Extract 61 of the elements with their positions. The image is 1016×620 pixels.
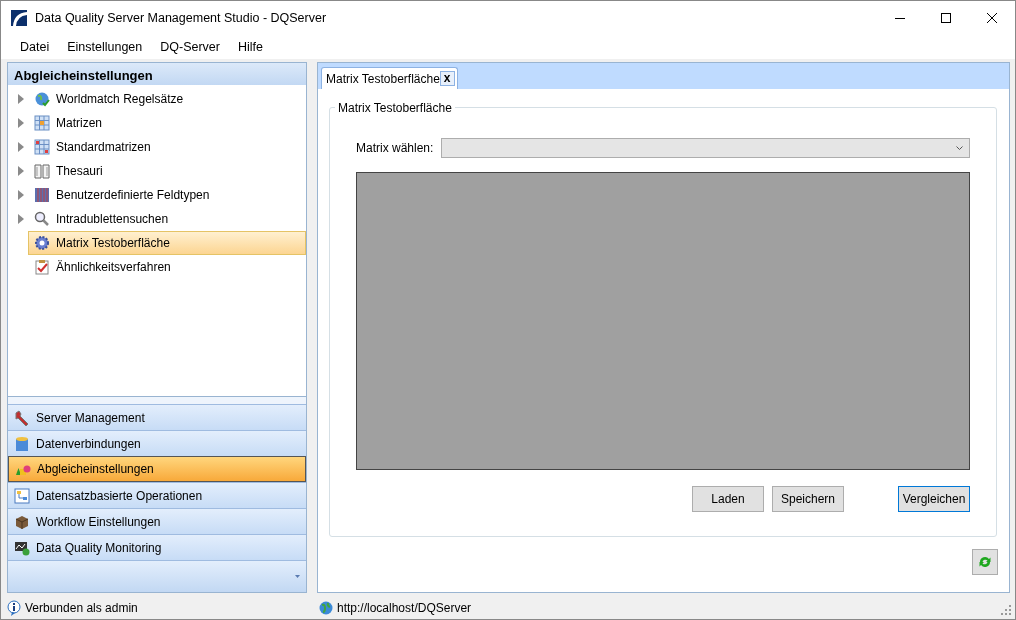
menu-item[interactable]: Hilfe bbox=[229, 35, 272, 59]
section-button[interactable]: Server Management bbox=[8, 404, 306, 430]
columns-icon bbox=[34, 187, 50, 203]
server-url: http://localhost/DQServer bbox=[337, 600, 473, 617]
tree-item[interactable]: Intradublettensuchen bbox=[28, 207, 306, 231]
expand-arrow-icon[interactable] bbox=[18, 118, 24, 128]
section-button[interactable]: Datenverbindungen bbox=[8, 430, 306, 456]
tree-item[interactable]: Ähnlichkeitsverfahren bbox=[28, 255, 306, 279]
action-button[interactable]: Vergleichen bbox=[898, 486, 970, 512]
navigator-title: Abgleicheinstellungen bbox=[8, 63, 306, 86]
refresh-icon bbox=[977, 554, 993, 570]
tree-item[interactable]: Benutzerdefinierte Feldtypen bbox=[28, 183, 306, 207]
grid-icon bbox=[34, 115, 50, 131]
tree-item[interactable]: Matrix Testoberfläche bbox=[28, 231, 306, 255]
expand-arrow-icon[interactable] bbox=[18, 190, 24, 200]
flowchart-icon bbox=[14, 487, 30, 504]
expand-arrow-icon[interactable] bbox=[18, 214, 24, 224]
grid-icon bbox=[34, 139, 50, 155]
gear-icon bbox=[34, 235, 50, 251]
action-button[interactable]: Speichern bbox=[772, 486, 844, 512]
globe-icon bbox=[34, 91, 50, 107]
app-logo-icon bbox=[11, 10, 27, 26]
expand-arrow-icon[interactable] bbox=[18, 142, 24, 152]
resize-grip-icon bbox=[1001, 605, 1011, 615]
section-button[interactable]: Data Quality Monitoring bbox=[8, 534, 306, 560]
tab-label[interactable]: Matrix Testoberfläche bbox=[326, 69, 440, 88]
tab[interactable]: Matrix Testoberfläche x bbox=[321, 67, 458, 89]
action-button[interactable]: Laden bbox=[692, 486, 764, 512]
menu-item[interactable]: Datei bbox=[11, 35, 59, 59]
database-icon bbox=[14, 435, 30, 452]
monitor-chart-icon bbox=[14, 539, 30, 556]
maximize-icon bbox=[941, 13, 951, 23]
globe-icon bbox=[319, 601, 333, 615]
tree-item[interactable]: Worldmatch Regelsätze bbox=[28, 87, 306, 111]
field-label: Matrix wählen: bbox=[356, 140, 434, 157]
connection-status: Verbunden als admin bbox=[25, 600, 139, 617]
matrix-dropdown[interactable] bbox=[441, 138, 970, 158]
info-icon bbox=[7, 600, 21, 616]
chevron-down-icon bbox=[956, 146, 963, 150]
section-button[interactable]: Workflow Einstellungen bbox=[8, 508, 306, 534]
menu-item[interactable]: DQ-Server bbox=[151, 35, 229, 59]
tab-close-button[interactable]: x bbox=[439, 71, 455, 86]
box-icon bbox=[14, 513, 30, 530]
section-button[interactable]: Abgleicheinstellungen bbox=[8, 456, 306, 482]
menu-item[interactable]: Einstellungen bbox=[58, 35, 152, 59]
expand-arrow-icon[interactable] bbox=[18, 166, 24, 176]
dropdown-arrow-icon[interactable] bbox=[295, 575, 300, 578]
tree-item[interactable]: Matrizen bbox=[28, 111, 306, 135]
tree-item[interactable]: Thesauri bbox=[28, 159, 306, 183]
expand-arrow-icon[interactable] bbox=[18, 94, 24, 104]
tree-item[interactable]: Standardmatrizen bbox=[28, 135, 306, 159]
search-icon bbox=[34, 211, 50, 227]
wrench-icon bbox=[14, 409, 30, 426]
minimize-icon bbox=[895, 17, 905, 19]
clipboard-check-icon bbox=[34, 259, 50, 275]
section-button[interactable]: Datensatzbasierte Operationen bbox=[8, 482, 306, 508]
splitter-handle[interactable] bbox=[8, 396, 306, 404]
book-icon bbox=[34, 163, 50, 179]
refresh-button[interactable] bbox=[972, 549, 998, 575]
window-title: Data Quality Server Management Studio - DQServer bbox=[35, 9, 328, 27]
close-icon bbox=[987, 13, 997, 23]
